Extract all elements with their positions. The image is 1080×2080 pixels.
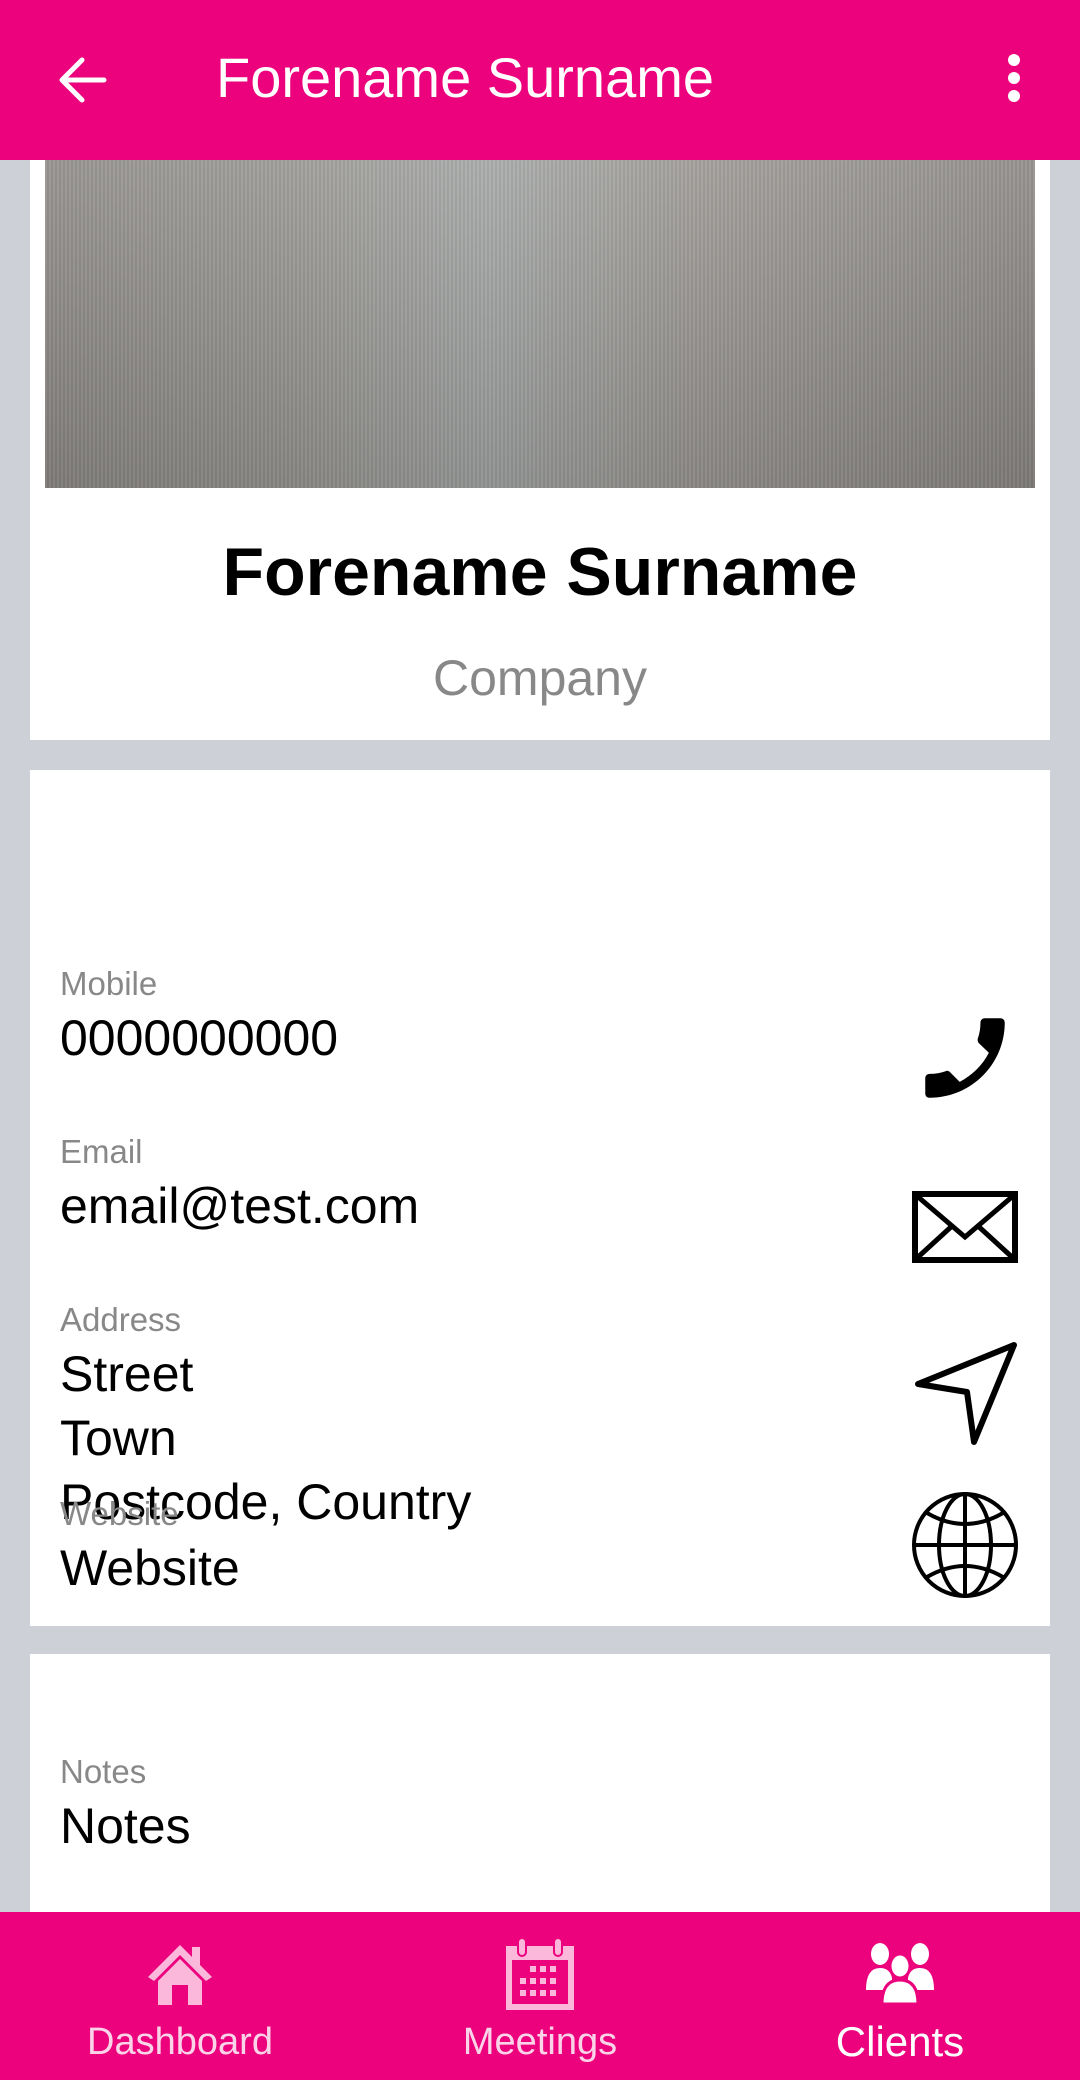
globe-icon xyxy=(912,1492,1018,1598)
calendar-icon xyxy=(506,1937,574,2010)
contact-card: Mobile 0000000000 Email email@test.com A… xyxy=(30,770,1050,1626)
notes-card: Notes Notes xyxy=(30,1654,1050,1912)
email-button[interactable] xyxy=(910,1172,1020,1282)
content-scroll[interactable]: Forename Surname Company Mobile 00000000… xyxy=(0,160,1080,1912)
address-line-town: Town xyxy=(60,1410,177,1466)
profile-card: Forename Surname Company xyxy=(30,160,1050,740)
navigation-arrow-icon xyxy=(915,1342,1017,1445)
website-label: Website xyxy=(60,1495,179,1532)
email-value[interactable]: email@test.com xyxy=(60,1174,419,1238)
client-company: Company xyxy=(433,650,647,706)
nav-label-dashboard: Dashboard xyxy=(87,2021,273,2063)
more-vertical-icon xyxy=(1008,54,1020,102)
nav-label-meetings: Meetings xyxy=(462,2021,618,2063)
more-options-button[interactable] xyxy=(990,46,1038,110)
nav-item-meetings[interactable]: Meetings xyxy=(360,1912,720,2080)
nav-item-clients[interactable]: Clients xyxy=(720,1912,1080,2080)
client-name: Forename Surname xyxy=(222,534,858,610)
back-button[interactable] xyxy=(50,48,114,112)
directions-button[interactable] xyxy=(910,1340,1020,1450)
notes-label: Notes xyxy=(60,1753,147,1790)
app-bar: Forename Surname xyxy=(0,0,1080,160)
notes-value[interactable]: Notes xyxy=(60,1794,191,1858)
notes-field: Notes Notes xyxy=(60,1752,191,1858)
home-icon xyxy=(148,1945,212,2005)
mobile-field: Mobile 0000000000 xyxy=(60,964,338,1070)
address-label: Address xyxy=(60,1301,182,1338)
website-field: Website Website xyxy=(60,1494,240,1600)
email-field: Email email@test.com xyxy=(60,1132,419,1238)
profile-photo xyxy=(45,160,1035,488)
users-icon xyxy=(866,1943,934,2006)
open-website-button[interactable] xyxy=(910,1490,1020,1600)
nav-label-clients: Clients xyxy=(835,2018,965,2065)
bottom-navigation: Dashboard Meetings Clients xyxy=(0,1912,1080,2080)
envelope-icon xyxy=(912,1191,1018,1263)
website-value[interactable]: Website xyxy=(60,1536,240,1600)
address-line-street: Street xyxy=(60,1346,194,1402)
call-button[interactable] xyxy=(910,1003,1020,1113)
mobile-value[interactable]: 0000000000 xyxy=(60,1006,338,1070)
arrow-left-icon xyxy=(59,57,107,103)
page-title: Forename Surname xyxy=(216,46,715,109)
mobile-label: Mobile xyxy=(60,965,158,1002)
phone-icon xyxy=(925,1018,1005,1098)
nav-item-dashboard[interactable]: Dashboard xyxy=(0,1912,360,2080)
email-label: Email xyxy=(60,1133,143,1170)
